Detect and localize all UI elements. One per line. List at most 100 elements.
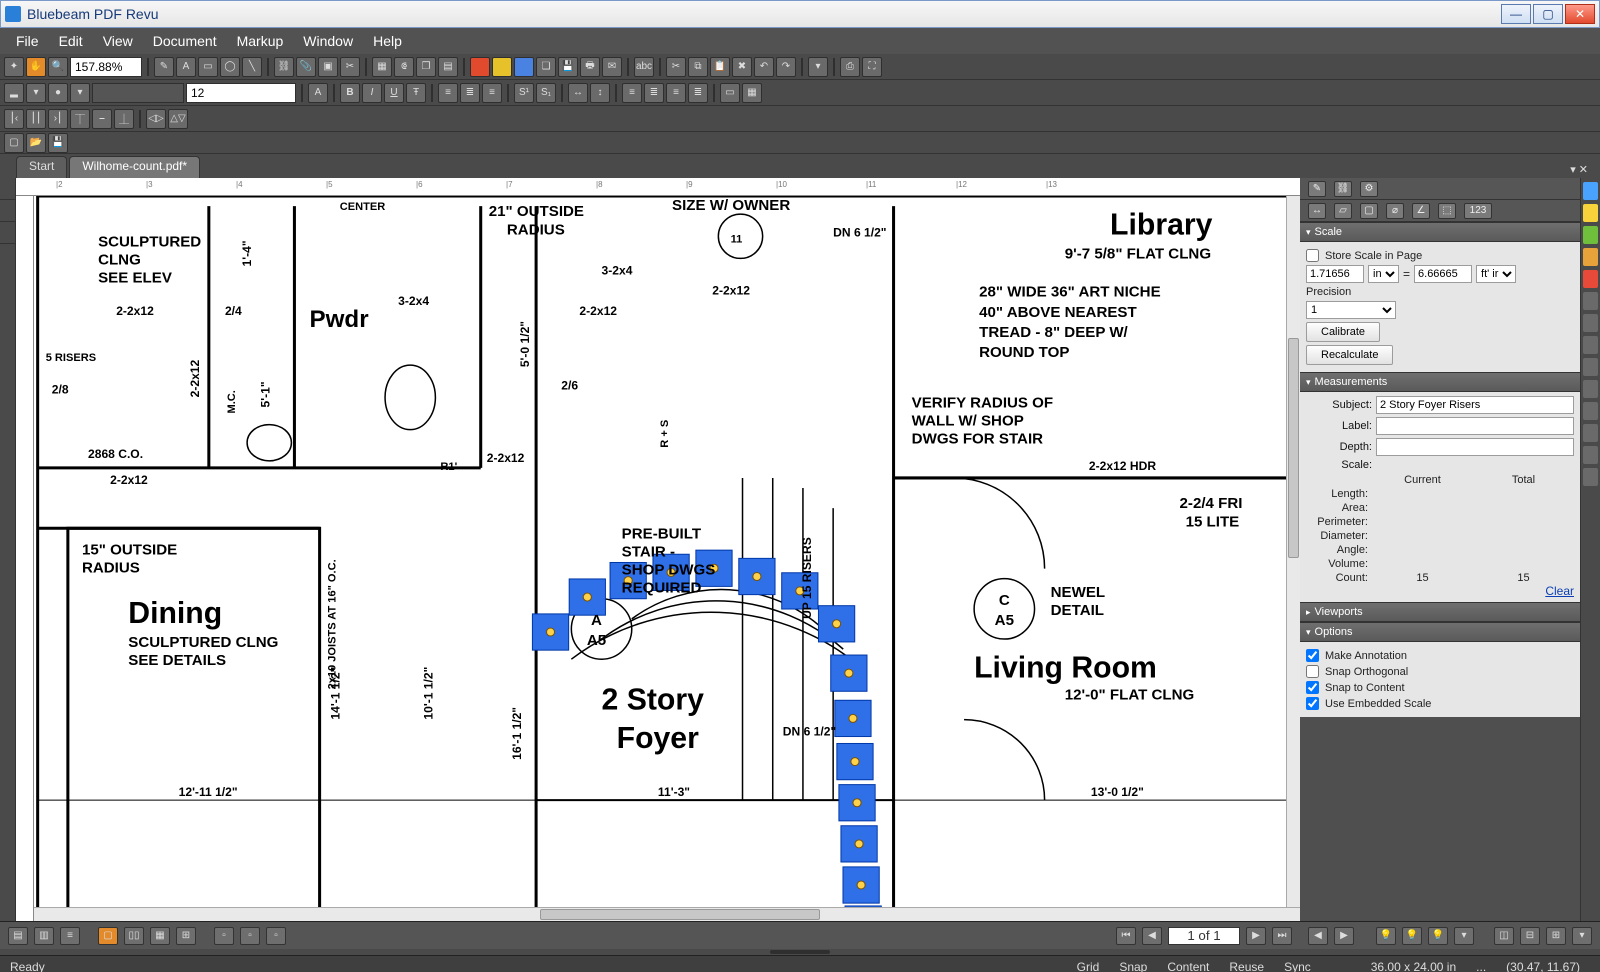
use-embedded-checkbox[interactable] bbox=[1306, 697, 1319, 710]
menu-window[interactable]: Window bbox=[293, 33, 363, 49]
view-single-icon[interactable]: ▢ bbox=[98, 927, 118, 945]
flatten-icon[interactable]: ▤ bbox=[438, 57, 458, 77]
panel-tab-perim-icon[interactable]: ▢ bbox=[1360, 203, 1378, 219]
horizontal-scrollbar[interactable] bbox=[34, 907, 1300, 921]
store-scale-checkbox[interactable] bbox=[1306, 249, 1319, 262]
menu-view[interactable]: View bbox=[93, 33, 143, 49]
status-reuse[interactable]: Reuse bbox=[1219, 960, 1274, 972]
calibrate-button[interactable]: Calibrate bbox=[1306, 322, 1380, 342]
tabs-overflow-icon[interactable]: ▾ ✕ bbox=[1564, 161, 1594, 178]
strip-tab5-icon[interactable] bbox=[1583, 270, 1598, 288]
panel-tab-angle-icon[interactable]: ∠ bbox=[1412, 203, 1430, 219]
panel-tab-count-icon[interactable]: 123 bbox=[1464, 203, 1492, 219]
snap-orthogonal-checkbox[interactable] bbox=[1306, 665, 1319, 678]
menu-edit[interactable]: Edit bbox=[49, 33, 93, 49]
prev-page-icon[interactable]: ◀ bbox=[1142, 927, 1162, 945]
save-icon[interactable]: 💾 bbox=[558, 57, 578, 77]
cut-icon[interactable]: ✂ bbox=[666, 57, 686, 77]
tab-start[interactable]: Start bbox=[16, 156, 67, 178]
textcolor-icon[interactable]: A bbox=[308, 83, 328, 103]
vertical-scrollbar[interactable] bbox=[1286, 196, 1300, 907]
section-viewports-header[interactable]: Viewports bbox=[1300, 602, 1580, 622]
scale-to-value[interactable] bbox=[1414, 265, 1472, 283]
undo-icon[interactable]: ↶ bbox=[754, 57, 774, 77]
view-grid-icon[interactable]: ▦ bbox=[150, 927, 170, 945]
make-annotation-checkbox[interactable] bbox=[1306, 649, 1319, 662]
delete-icon[interactable]: ✖ bbox=[732, 57, 752, 77]
panel-tab-a-icon[interactable]: ▤ bbox=[8, 927, 28, 945]
page-input[interactable] bbox=[1168, 927, 1240, 945]
font-size-input[interactable] bbox=[186, 83, 296, 103]
list1-icon[interactable]: ▭ bbox=[720, 83, 740, 103]
section-options-header[interactable]: Options bbox=[1300, 622, 1580, 642]
last-page-icon[interactable]: ⏭ bbox=[1272, 927, 1292, 945]
align-t-icon[interactable]: ⏉ bbox=[70, 109, 90, 129]
scale-from-value[interactable] bbox=[1306, 265, 1364, 283]
crop-icon[interactable]: ⟃ bbox=[394, 57, 414, 77]
precision-select[interactable]: 1 bbox=[1306, 301, 1396, 319]
menu-markup[interactable]: Markup bbox=[227, 33, 294, 49]
view-cont-icon[interactable]: ▯▯ bbox=[124, 927, 144, 945]
align-right-icon[interactable]: ≡ bbox=[482, 83, 502, 103]
copy-icon[interactable]: ⧉ bbox=[688, 57, 708, 77]
split-h-icon[interactable]: ◫ bbox=[1494, 927, 1514, 945]
open-icon[interactable]: 📂 bbox=[26, 133, 46, 153]
dup-icon[interactable]: ❏ bbox=[536, 57, 556, 77]
next-page-icon[interactable]: ▶ bbox=[1246, 927, 1266, 945]
strip-tab13-icon[interactable] bbox=[1583, 446, 1598, 464]
snap-content-checkbox[interactable] bbox=[1306, 681, 1319, 694]
stamp-icon[interactable]: ▣ bbox=[318, 57, 338, 77]
underline-icon[interactable]: U bbox=[384, 83, 404, 103]
pan-tool-icon[interactable]: ✋ bbox=[26, 57, 46, 77]
menu-file[interactable]: File bbox=[6, 33, 49, 49]
email-icon[interactable]: ✉ bbox=[602, 57, 622, 77]
print-icon[interactable]: 🖶 bbox=[580, 57, 600, 77]
strip-tab7-icon[interactable] bbox=[1583, 314, 1598, 332]
view-thumb-icon[interactable]: ⊞ bbox=[176, 927, 196, 945]
spell-icon[interactable]: abc bbox=[634, 57, 654, 77]
lineweight-icon[interactable]: ▾ bbox=[26, 83, 46, 103]
label-input[interactable] bbox=[1376, 417, 1574, 435]
status-sync[interactable]: Sync bbox=[1274, 960, 1321, 972]
recalculate-button[interactable]: Recalculate bbox=[1306, 345, 1393, 365]
misc1-icon[interactable]: ⎙ bbox=[840, 57, 860, 77]
italic-icon[interactable]: I bbox=[362, 83, 382, 103]
status-grid[interactable]: Grid bbox=[1067, 960, 1110, 972]
fliph-icon[interactable]: ◁▷ bbox=[146, 109, 166, 129]
color1-icon[interactable] bbox=[470, 57, 490, 77]
dim-drop-icon[interactable]: ▾ bbox=[1454, 927, 1474, 945]
docprops-icon[interactable]: ▦ bbox=[372, 57, 392, 77]
strip-tab1-icon[interactable] bbox=[1583, 182, 1598, 200]
scale-from-unit[interactable]: in bbox=[1368, 265, 1399, 283]
spacing2-icon[interactable]: ≣ bbox=[644, 83, 664, 103]
strip-tab3-icon[interactable] bbox=[1583, 226, 1598, 244]
subject-input[interactable] bbox=[1376, 396, 1574, 414]
panel-tab-gear-icon[interactable]: ⚙ bbox=[1360, 181, 1378, 197]
align-center-icon[interactable]: ≣ bbox=[460, 83, 480, 103]
split-v-icon[interactable]: ⊟ bbox=[1520, 927, 1540, 945]
first-page-icon[interactable]: ⏮ bbox=[1116, 927, 1136, 945]
opacity-icon[interactable]: ▾ bbox=[70, 83, 90, 103]
section-scale-header[interactable]: Scale bbox=[1300, 222, 1580, 242]
back-nav-icon[interactable]: ◀ bbox=[1308, 927, 1328, 945]
menu-help[interactable]: Help bbox=[363, 33, 412, 49]
spacing4-icon[interactable]: ≣ bbox=[688, 83, 708, 103]
linecolor-icon[interactable]: ▂ bbox=[4, 83, 24, 103]
split-q-icon[interactable]: ⊞ bbox=[1546, 927, 1566, 945]
dim-25-icon[interactable]: 💡 bbox=[1402, 927, 1422, 945]
align-l-icon[interactable]: ⎮‹ bbox=[4, 109, 24, 129]
align-left-icon[interactable]: ≡ bbox=[438, 83, 458, 103]
canvas[interactable]: |2 |3 |4 |5 |6 |7 |8 |9 |10 |11 |12 |13 bbox=[16, 178, 1300, 921]
misc2-icon[interactable]: ⛶ bbox=[862, 57, 882, 77]
dim-off-icon[interactable]: 💡 bbox=[1376, 927, 1396, 945]
hyperlink-icon[interactable]: ⛓ bbox=[274, 57, 294, 77]
strip-tab6-icon[interactable] bbox=[1583, 292, 1598, 310]
status-snap[interactable]: Snap bbox=[1109, 960, 1157, 972]
page-ops2-icon[interactable]: ▫ bbox=[240, 927, 260, 945]
strike-icon[interactable]: Ŧ bbox=[406, 83, 426, 103]
fwd-nav-icon[interactable]: ▶ bbox=[1334, 927, 1354, 945]
panel-tab-volume-icon[interactable]: ⬚ bbox=[1438, 203, 1456, 219]
list2-icon[interactable]: ▦ bbox=[742, 83, 762, 103]
panel-tab-diameter-icon[interactable]: ⌀ bbox=[1386, 203, 1404, 219]
align-c-icon[interactable]: ⎮⎮ bbox=[26, 109, 46, 129]
